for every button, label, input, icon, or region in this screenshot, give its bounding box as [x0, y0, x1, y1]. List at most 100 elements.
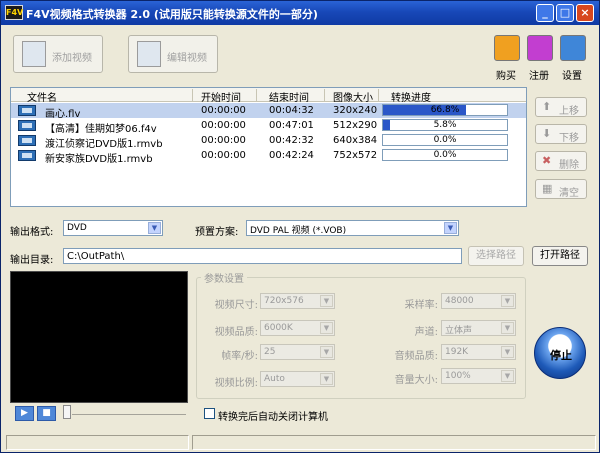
- video-size-label: 视频尺寸:: [214, 300, 258, 311]
- move-down-button[interactable]: ⬇ 下移: [535, 124, 587, 144]
- output-format-select[interactable]: DVD ▼: [63, 220, 163, 236]
- fps-label: 帧率/秒:: [221, 351, 258, 362]
- params-group-title: 参数设置: [201, 270, 247, 285]
- maximize-button[interactable]: □: [556, 4, 574, 22]
- cell-start-time: 00:00:00: [201, 150, 246, 161]
- table-row[interactable]: 画心.flv 00:00:00 00:04:32 320x240 66.8%: [11, 103, 526, 120]
- cell-end-time: 00:47:01: [269, 120, 314, 131]
- choose-path-button[interactable]: 选择路径: [468, 246, 524, 266]
- cell-start-time: 00:00:00: [201, 105, 246, 116]
- sample-rate-value: 48000: [445, 296, 474, 306]
- status-panel-left: [6, 435, 189, 450]
- cell-image-size: 320x240: [333, 105, 378, 116]
- cell-start-time: 00:00:00: [201, 135, 246, 146]
- progress-label: 0.0%: [433, 135, 457, 145]
- file-list[interactable]: 文件名 开始时间 结束时间 图像大小 转换进度 画心.flv 00:00:00 00…: [10, 87, 527, 207]
- progress-label: 0.0%: [433, 150, 457, 160]
- edit-video-icon: [137, 41, 161, 67]
- volume-select[interactable]: 100% ▼: [441, 368, 516, 384]
- status-panel-right: [192, 435, 596, 450]
- file-list-header: 文件名 开始时间 结束时间 图像大小 转换进度: [11, 88, 526, 104]
- sample-rate-select[interactable]: 48000 ▼: [441, 293, 516, 309]
- chevron-down-icon[interactable]: ▼: [148, 222, 161, 234]
- audio-quality-select[interactable]: 192K ▼: [441, 344, 516, 360]
- output-dir-label: 输出目录:: [10, 255, 54, 266]
- fps-select[interactable]: 25 ▼: [260, 344, 335, 360]
- cell-file-name: 新安家族DVD版1.rmvb: [45, 154, 153, 165]
- add-video-button[interactable]: 添加视频: [13, 35, 103, 73]
- stop-conversion-button[interactable]: 停止: [534, 327, 586, 379]
- cell-end-time: 00:42:32: [269, 135, 314, 146]
- edit-video-button[interactable]: 编辑视频: [128, 35, 218, 73]
- move-up-button[interactable]: ⬆ 上移: [535, 97, 587, 117]
- cell-end-time: 00:04:32: [269, 105, 314, 116]
- header-start-time[interactable]: 开始时间: [201, 89, 241, 104]
- seek-slider-handle[interactable]: [63, 405, 71, 419]
- video-quality-label: 视频品质:: [214, 327, 258, 338]
- register-icon[interactable]: [527, 35, 553, 61]
- stop-label: 停止: [550, 349, 572, 362]
- settings-label[interactable]: 设置: [562, 67, 582, 82]
- channels-select[interactable]: 立体声 ▼: [441, 320, 516, 336]
- buy-icon[interactable]: [494, 35, 520, 61]
- shutdown-label[interactable]: 转换完后自动关闭计算机: [218, 408, 328, 423]
- header-image-size[interactable]: 图像大小: [333, 89, 373, 104]
- chevron-down-icon: ▼: [501, 370, 514, 382]
- close-button[interactable]: ×: [576, 4, 594, 22]
- aspect-select[interactable]: Auto ▼: [260, 371, 335, 387]
- delete-icon: ✖: [542, 154, 552, 167]
- cell-image-size: 752x572: [333, 150, 378, 161]
- register-label[interactable]: 注册: [529, 67, 549, 82]
- minimize-button[interactable]: _: [536, 4, 554, 22]
- progress-bar: 0.0%: [382, 134, 508, 146]
- delete-button[interactable]: ✖ 删除: [535, 151, 587, 171]
- output-format-value: DVD: [67, 223, 87, 233]
- settings-icon[interactable]: [560, 35, 586, 61]
- open-path-button[interactable]: 打开路径: [532, 246, 588, 266]
- chevron-down-icon: ▼: [320, 346, 333, 358]
- app-icon: F4V: [5, 5, 23, 20]
- chevron-down-icon: ▼: [501, 322, 514, 334]
- progress-label: 66.8%: [430, 105, 460, 115]
- move-up-label: 上移: [559, 106, 579, 117]
- film-icon: [18, 120, 36, 131]
- video-size-select[interactable]: 720x576 ▼: [260, 293, 335, 309]
- output-format-label: 输出格式:: [10, 227, 54, 238]
- chevron-down-icon[interactable]: ▼: [444, 222, 457, 234]
- cell-image-size: 512x290: [333, 120, 378, 131]
- table-row[interactable]: 【高清】佳期如梦06.f4v 00:00:00 00:47:01 512x290 5.8…: [11, 118, 526, 135]
- clear-icon: ▦: [542, 182, 553, 195]
- cell-end-time: 00:42:24: [269, 150, 314, 161]
- shutdown-checkbox[interactable]: [204, 408, 215, 419]
- buy-label[interactable]: 购买: [496, 67, 516, 82]
- aspect-value: Auto: [264, 374, 285, 384]
- title-bar[interactable]: F4V F4V视频格式转换器 2.0 (试用版只能转换源文件的一部分) _ □ …: [1, 1, 599, 25]
- header-file-name[interactable]: 文件名: [27, 89, 57, 104]
- video-quality-select[interactable]: 6000K ▼: [260, 320, 335, 336]
- header-progress[interactable]: 转换进度: [391, 89, 431, 104]
- audio-quality-label: 音频品质:: [394, 351, 438, 362]
- add-video-icon: [22, 41, 46, 67]
- edit-video-label: 编辑视频: [167, 53, 207, 64]
- stop-playback-button[interactable]: ■: [37, 406, 56, 421]
- video-size-value: 720x576: [264, 296, 304, 306]
- chevron-down-icon: ▼: [320, 322, 333, 334]
- progress-bar: 5.8%: [382, 119, 508, 131]
- app-window: F4V F4V视频格式转换器 2.0 (试用版只能转换源文件的一部分) _ □ …: [0, 0, 600, 453]
- arrow-down-icon: ⬇: [542, 127, 552, 140]
- progress-bar: 0.0%: [382, 149, 508, 161]
- table-row[interactable]: 渡江侦察记DVD版1.rmvb 00:00:00 00:42:32 640x384 0.…: [11, 133, 526, 150]
- cell-start-time: 00:00:00: [201, 120, 246, 131]
- channels-label: 声道:: [414, 327, 438, 338]
- preset-select[interactable]: DVD PAL 视频 (*.VOB) ▼: [246, 220, 459, 236]
- film-icon: [18, 150, 36, 161]
- play-button[interactable]: ▶: [15, 406, 34, 421]
- aspect-label: 视频比例:: [214, 378, 258, 389]
- chevron-down-icon: ▼: [501, 295, 514, 307]
- video-quality-value: 6000K: [264, 323, 293, 333]
- clear-button[interactable]: ▦ 清空: [535, 179, 587, 199]
- output-dir-field[interactable]: C:\OutPath\: [63, 248, 462, 264]
- table-row[interactable]: 新安家族DVD版1.rmvb 00:00:00 00:42:24 752x572 0.0…: [11, 148, 526, 165]
- header-end-time[interactable]: 结束时间: [269, 89, 309, 104]
- seek-track[interactable]: [72, 414, 186, 415]
